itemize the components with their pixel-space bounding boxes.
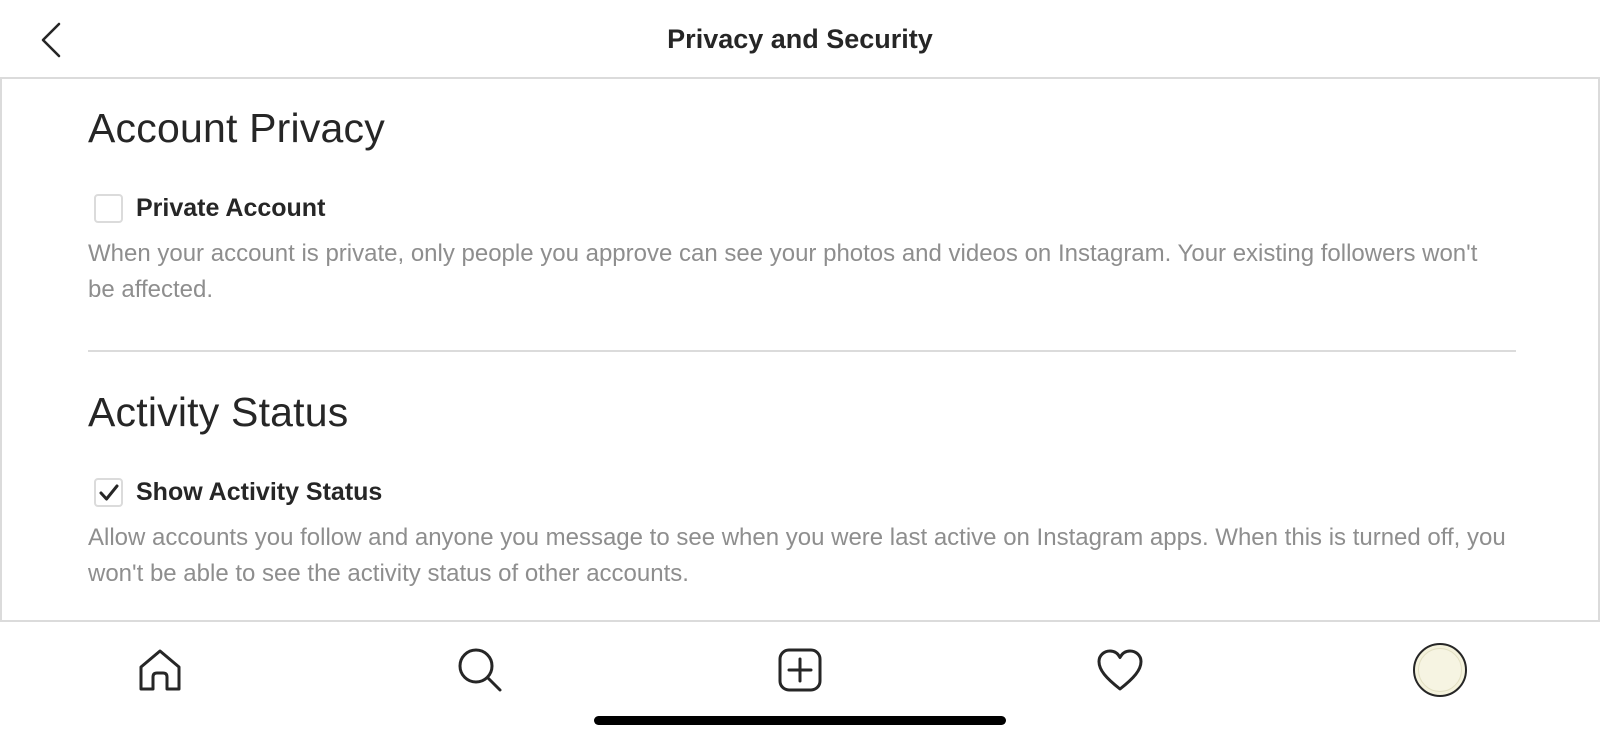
heart-icon (1097, 649, 1143, 691)
activity-status-section: Activity Status Show Activity Status All… (88, 389, 1516, 599)
profile-avatar (1413, 643, 1467, 697)
section-title-account-privacy: Account Privacy (88, 105, 385, 151)
section-title-activity-status: Activity Status (88, 389, 349, 435)
private-account-option[interactable]: Private Account (94, 194, 325, 223)
top-navigation-bar: Privacy and Security (0, 0, 1600, 79)
page-title: Privacy and Security (667, 24, 933, 54)
new-post-icon (778, 648, 822, 692)
tab-profile[interactable] (1412, 642, 1468, 698)
show-activity-status-description: Allow accounts you follow and anyone you… (88, 524, 1506, 587)
search-icon (458, 648, 502, 692)
show-activity-status-checkbox[interactable] (94, 478, 123, 507)
private-account-label: Private Account (136, 194, 326, 222)
checkmark-icon (99, 484, 118, 500)
show-activity-status-option[interactable]: Show Activity Status (94, 478, 382, 507)
private-account-description: When your account is private, only peopl… (88, 240, 1478, 303)
tab-home[interactable] (132, 642, 188, 698)
section-divider (88, 350, 1516, 352)
tab-activity[interactable] (1092, 642, 1148, 698)
tab-search[interactable] (452, 642, 508, 698)
private-account-checkbox[interactable] (94, 194, 123, 223)
home-indicator[interactable] (594, 716, 1006, 725)
settings-panel: Account Privacy Private Account When you… (0, 79, 1600, 622)
avatar-image (1418, 648, 1462, 692)
account-privacy-section: Account Privacy Private Account When you… (88, 105, 1516, 315)
show-activity-status-label: Show Activity Status (136, 478, 383, 506)
tab-new-post[interactable] (772, 642, 828, 698)
home-icon (139, 649, 181, 691)
